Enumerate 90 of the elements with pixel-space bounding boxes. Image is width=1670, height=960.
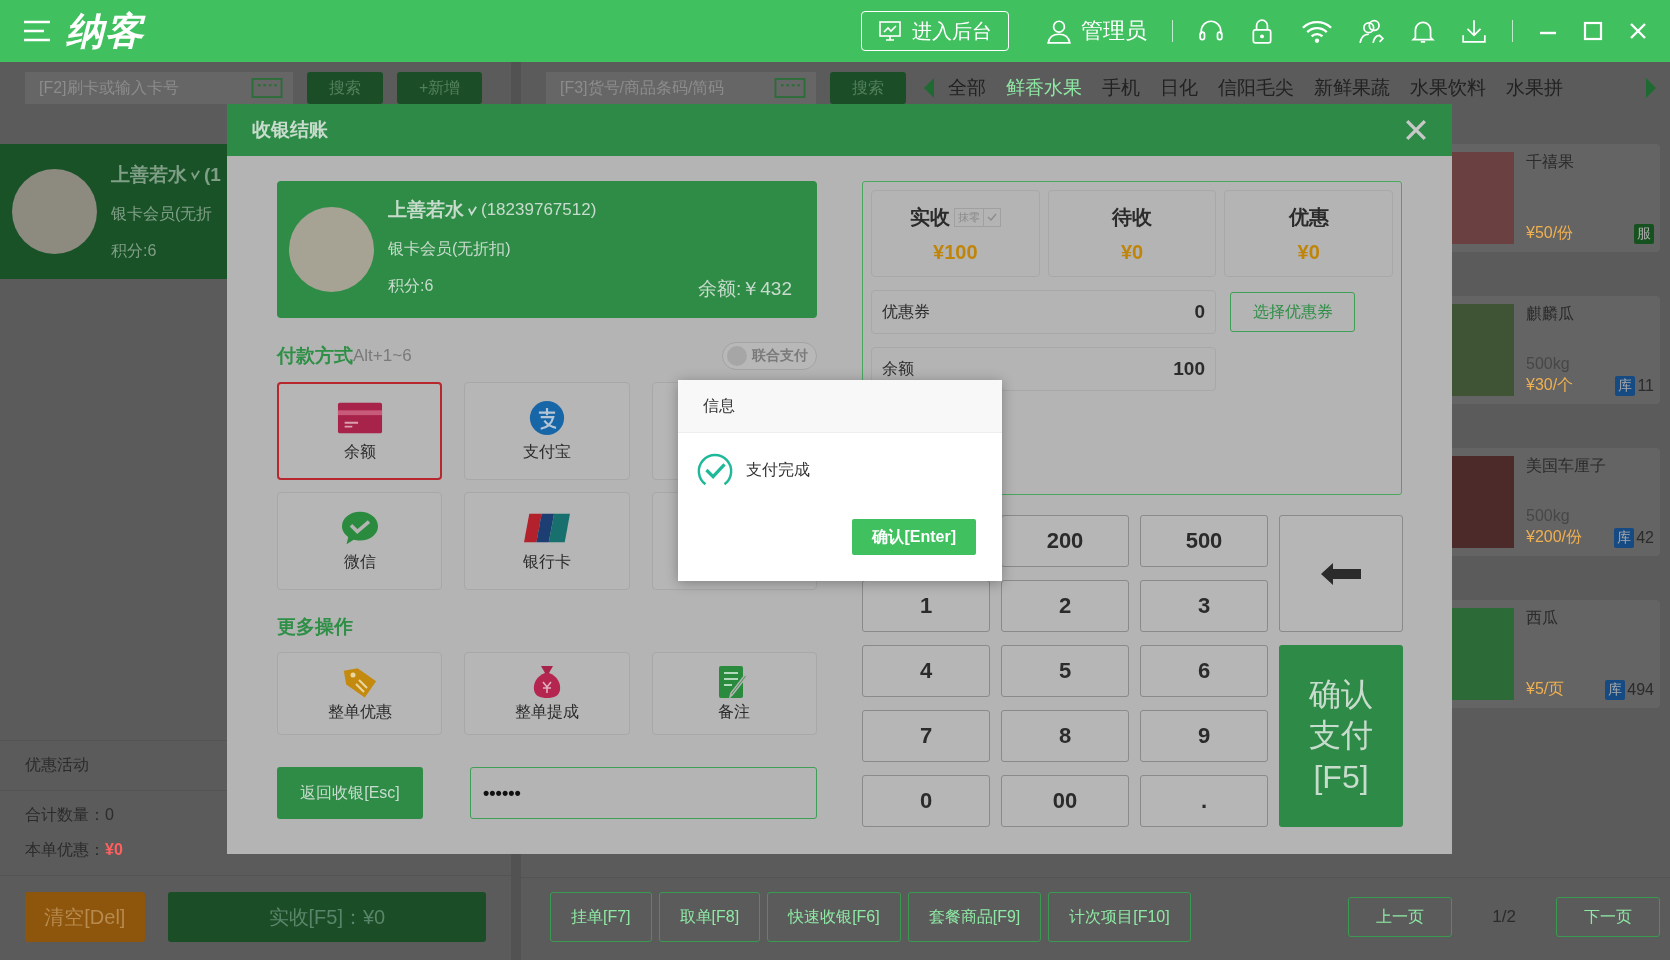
category-tab[interactable]: 日化 [1160,75,1198,101]
stat-label: 优惠 [1288,204,1329,230]
close-icon[interactable] [1405,119,1427,141]
stock-badge: 库 [1614,527,1635,548]
vip-icon [467,204,478,216]
backspace-button[interactable] [1279,515,1403,632]
back-button[interactable]: 返回收银[Esc] [277,767,423,819]
keypad-key[interactable]: 7 [862,710,990,762]
action-button[interactable]: 整单提成 [464,652,630,735]
payment-method-button[interactable]: 银行卡 [464,492,630,590]
stock-badge: 库 [1605,679,1626,700]
keypad-key[interactable]: 8 [1001,710,1129,762]
confirm-pay-button[interactable]: 确认支付[F5] [1279,645,1403,827]
member-level: 银卡会员(无折扣) [388,239,512,259]
monitor-icon [878,20,902,42]
stock-count: 11 [1637,376,1654,395]
member-name: 上善若水 [111,162,187,187]
keypad-key[interactable]: . [1140,775,1268,827]
lock-icon[interactable] [1249,18,1275,44]
member-phone: (1 [204,163,221,186]
category-tab[interactable]: 新鲜果蔬 [1314,75,1390,101]
headset-icon[interactable] [1198,18,1224,44]
stat-value: ¥0 [1120,240,1144,264]
product-name: 麒麟瓜 [1526,304,1575,324]
product-price: ¥30/个 [1526,375,1575,395]
product-name: 千禧果 [1526,152,1575,172]
dialog-title: 信息 [703,395,735,416]
coupon-field[interactable]: 优惠券 0 [871,290,1216,334]
category-tab[interactable]: 水果拼 [1506,75,1563,101]
action-button[interactable]: 快速收银[F6] [767,892,901,942]
password-field[interactable]: •••••• [470,767,817,819]
member-balance: 余额:￥432 [698,277,792,301]
keypad-key[interactable]: 4 [862,645,990,697]
action-button[interactable]: 计次项目[F10] [1048,892,1191,942]
member-points: 积分:6 [388,276,434,296]
left-arrow-icon [1321,562,1361,585]
stock-count: 42 [1636,528,1654,547]
service-badge: 服 [1634,223,1654,244]
keypad-key[interactable]: 500 [1140,515,1268,567]
product-name: 西瓜 [1526,608,1559,628]
keypad-key[interactable]: 00 [1001,775,1129,827]
action-button[interactable]: 挂单[F7] [550,892,652,942]
maximize-icon[interactable] [1583,21,1603,41]
category-tab[interactable]: 信阳毛尖 [1218,75,1294,101]
keypad-key[interactable]: 6 [1140,645,1268,697]
member-name: 上善若水 [388,198,464,222]
user-icon[interactable] [1046,18,1072,44]
section-title: 付款方式 [277,344,353,368]
member-phone: (18239767512) [481,200,597,220]
payment-method-button[interactable]: 微信 [277,492,443,590]
action-button[interactable]: 取单[F8] [658,892,761,942]
keypad-key[interactable]: 200 [1001,515,1129,567]
payment-method-button[interactable]: 支付宝 [464,382,630,480]
keypad-key[interactable]: 1 [862,580,990,632]
stat-label: 待收 [1112,204,1152,230]
next-page-button[interactable]: 下一页 [1556,897,1660,937]
stat-value: ¥0 [1297,240,1320,264]
dialog-title: 收银结账 [252,118,328,142]
info-message: 支付完成 [746,459,810,480]
keypad-key[interactable]: 0 [862,775,990,827]
keypad-key[interactable]: 3 [1140,580,1268,632]
vip-icon [190,169,201,180]
keypad-key[interactable]: 5 [1001,645,1129,697]
prev-page-button[interactable]: 上一页 [1348,897,1453,937]
product-price: ¥5/页 [1526,679,1566,699]
product-price: ¥200/份 [1526,527,1584,547]
action-button[interactable]: 备注 [651,652,817,735]
app-logo: 纳客 [66,8,144,54]
stock-count: 494 [1627,680,1654,699]
menu-icon[interactable] [22,19,52,43]
member-level: 银卡会员(无折 [111,203,214,224]
action-button[interactable]: 套餐商品[F9] [907,892,1042,942]
category-tab[interactable]: 水果饮料 [1410,75,1486,101]
keypad-key[interactable]: 2 [1001,580,1129,632]
users-icon[interactable] [1359,18,1385,44]
category-tab[interactable]: 鲜香水果 [1006,75,1082,101]
member-points: 积分:6 [111,240,158,261]
product-price: ¥50/份 [1526,223,1575,243]
check-icon [986,212,997,222]
stat-value: ¥100 [933,240,978,264]
keypad-key[interactable]: 9 [1140,710,1268,762]
discount-value: ¥0 [105,841,123,858]
shortcut-hint: Alt+1~6 [353,346,412,366]
download-icon[interactable] [1461,18,1487,44]
stock-badge: 库 [1615,375,1636,396]
action-button[interactable]: 整单优惠 [277,652,443,735]
stat-label: 实收 [909,204,950,230]
wifi-icon[interactable] [1300,18,1334,44]
payment-method-button[interactable]: 余额 [277,382,443,480]
section-title: 更多操作 [277,615,353,639]
